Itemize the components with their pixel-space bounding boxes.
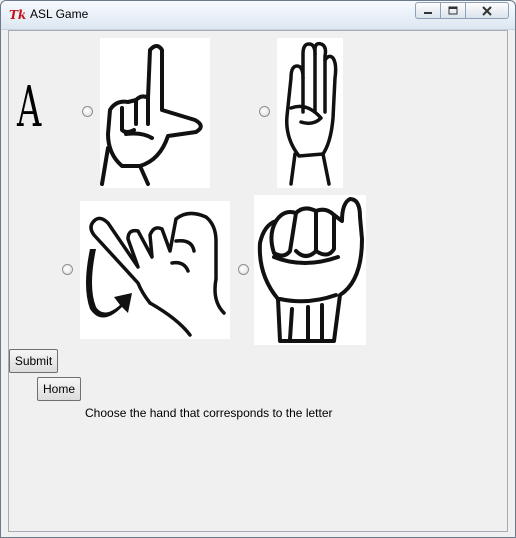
- window-controls: [415, 2, 509, 19]
- asl-hand-A-icon: [257, 197, 364, 343]
- window-title: ASL Game: [30, 7, 89, 21]
- asl-hand-A-image: [254, 195, 366, 345]
- option-radio-2[interactable]: [259, 106, 270, 117]
- asl-hand-L-image: [100, 38, 210, 188]
- minimize-button[interactable]: [415, 2, 441, 19]
- minimize-icon: [424, 11, 432, 14]
- option-radio-3[interactable]: [62, 264, 73, 275]
- submit-button[interactable]: Submit: [9, 349, 58, 373]
- maximize-button[interactable]: [440, 2, 466, 19]
- close-button[interactable]: [465, 2, 509, 19]
- asl-hand-B-image: [277, 38, 343, 188]
- close-icon: [482, 5, 492, 16]
- option-radio-1[interactable]: [82, 106, 93, 117]
- home-button[interactable]: Home: [37, 377, 81, 401]
- asl-hand-L-icon: [100, 44, 203, 186]
- app-window: Tk ASL Game A Submit Home Choose the han…: [0, 0, 516, 538]
- tk-feather-icon: Tk: [9, 8, 27, 22]
- asl-hand-J-icon: [86, 211, 226, 337]
- asl-hand-J-image: [80, 201, 230, 339]
- title-bar[interactable]: Tk ASL Game: [1, 1, 515, 30]
- maximize-icon: [448, 6, 458, 15]
- instruction-text: Choose the hand that corresponds to the …: [85, 406, 333, 420]
- asl-hand-B-icon: [285, 41, 338, 186]
- prompt-letter: A: [17, 75, 42, 140]
- game-panel: A Submit Home Choose the hand that corre…: [8, 30, 508, 532]
- option-radio-4[interactable]: [238, 264, 249, 275]
